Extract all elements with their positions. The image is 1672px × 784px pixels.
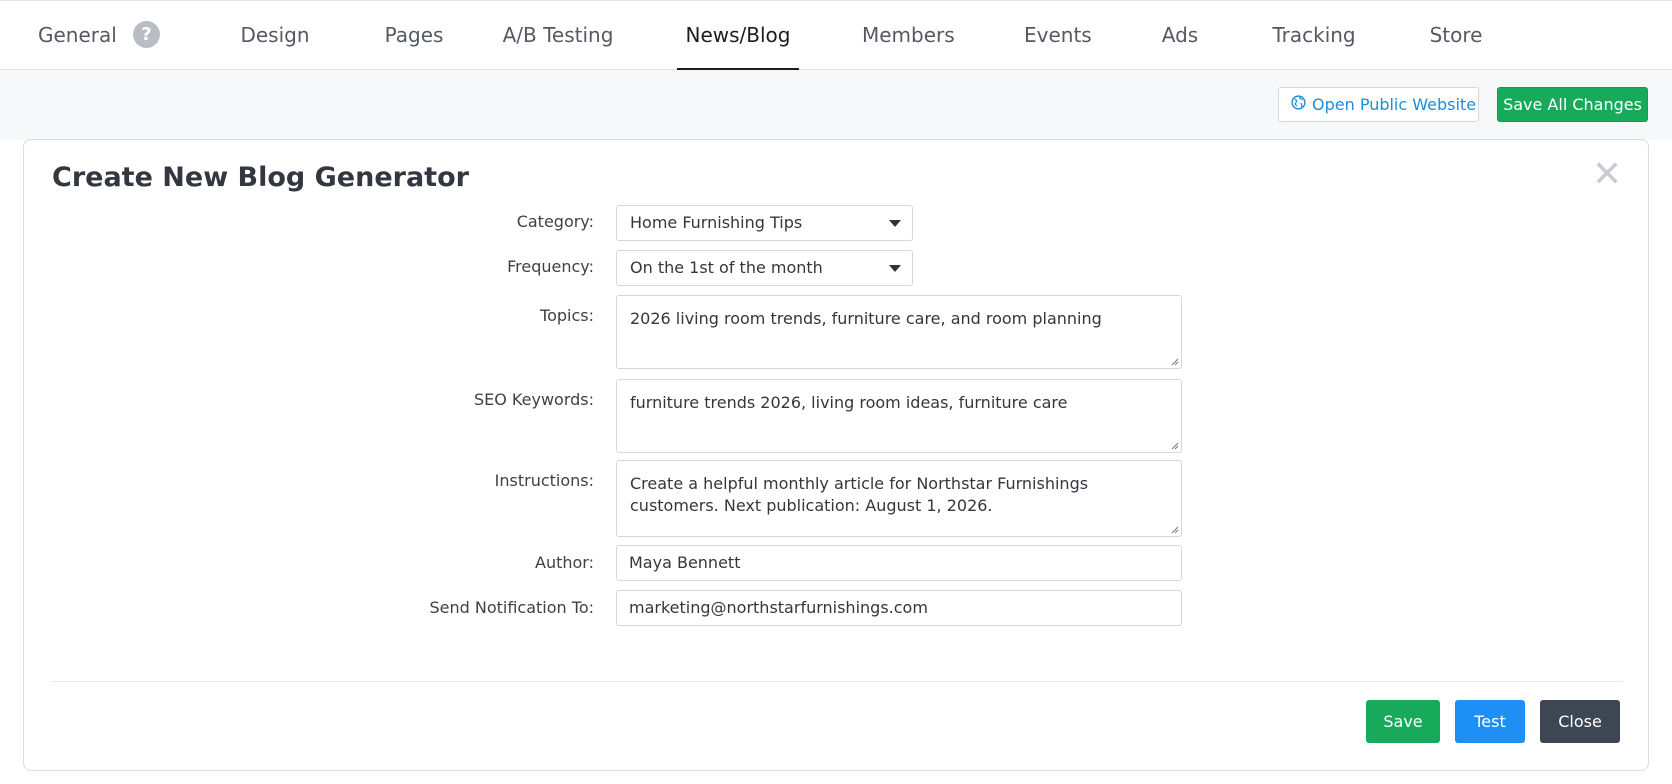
category-value: Home Furnishing Tips <box>630 213 803 232</box>
test-button[interactable]: Test <box>1455 700 1525 743</box>
tab-tracking[interactable]: Tracking <box>1271 1 1357 70</box>
tab-news-blog[interactable]: News/Blog <box>677 1 799 71</box>
caret-down-icon <box>889 220 901 227</box>
close-icon[interactable]: ✕ <box>1592 157 1622 193</box>
instructions-value-line-1: Create a helpful monthly article for Nor… <box>630 474 1089 493</box>
resize-grip-icon[interactable] <box>1169 356 1179 366</box>
instructions-label: Instructions: <box>494 471 594 490</box>
topics-textarea[interactable]: 2026 living room trends, furniture care,… <box>616 295 1182 369</box>
blog-generator-modal: Create New Blog Generator ✕ Category: Ho… <box>23 139 1649 771</box>
tab-store[interactable]: Store <box>1429 1 1483 70</box>
open-public-website-label: Open Public Website <box>1312 95 1477 114</box>
save-all-changes-button[interactable]: Save All Changes <box>1497 87 1648 122</box>
seo-keywords-label: SEO Keywords: <box>473 390 594 409</box>
open-public-website-button[interactable]: Open Public Website <box>1278 87 1479 122</box>
question-circle-icon[interactable]: ? <box>133 21 160 48</box>
tab-pages[interactable]: Pages <box>366 1 462 70</box>
close-button[interactable]: Close <box>1540 700 1620 743</box>
top-nav: General ? Design Pages A/B Testing News/… <box>0 0 1672 71</box>
topics-value: 2026 living room trends, furniture care,… <box>630 309 1102 328</box>
category-label: Category: <box>516 212 594 231</box>
tab-design[interactable]: Design <box>226 1 324 70</box>
topics-label: Topics: <box>540 306 594 325</box>
modal-title: Create New Blog Generator <box>52 162 469 193</box>
frequency-value: On the 1st of the month <box>630 258 823 277</box>
category-select[interactable]: Home Furnishing Tips <box>616 205 913 241</box>
save-button[interactable]: Save <box>1366 700 1440 743</box>
author-label: Author: <box>535 553 594 572</box>
instructions-value-line-2: customers. Next publication: August 1, 2… <box>630 496 993 515</box>
tab-ads[interactable]: Ads <box>1159 1 1201 70</box>
tab-members[interactable]: Members <box>862 1 955 70</box>
seo-keywords-value: furniture trends 2026, living room ideas… <box>630 393 1068 412</box>
globe-icon <box>1291 88 1306 121</box>
resize-grip-icon[interactable] <box>1169 440 1179 450</box>
send-notification-label: Send Notification To: <box>429 598 594 617</box>
tab-general[interactable]: General <box>38 1 117 70</box>
modal-divider <box>51 681 1623 682</box>
tab-events[interactable]: Events <box>1024 1 1092 70</box>
frequency-label: Frequency: <box>507 257 594 276</box>
frequency-select[interactable]: On the 1st of the month <box>616 250 913 286</box>
send-notification-input[interactable]: marketing@northstarfurnishings.com <box>616 590 1182 626</box>
resize-grip-icon[interactable] <box>1169 524 1179 534</box>
author-input[interactable]: Maya Bennett <box>616 545 1182 581</box>
caret-down-icon <box>889 265 901 272</box>
tab-ab-testing[interactable]: A/B Testing <box>501 1 615 70</box>
instructions-textarea[interactable]: Create a helpful monthly article for Nor… <box>616 460 1182 537</box>
seo-keywords-textarea[interactable]: furniture trends 2026, living room ideas… <box>616 379 1182 453</box>
